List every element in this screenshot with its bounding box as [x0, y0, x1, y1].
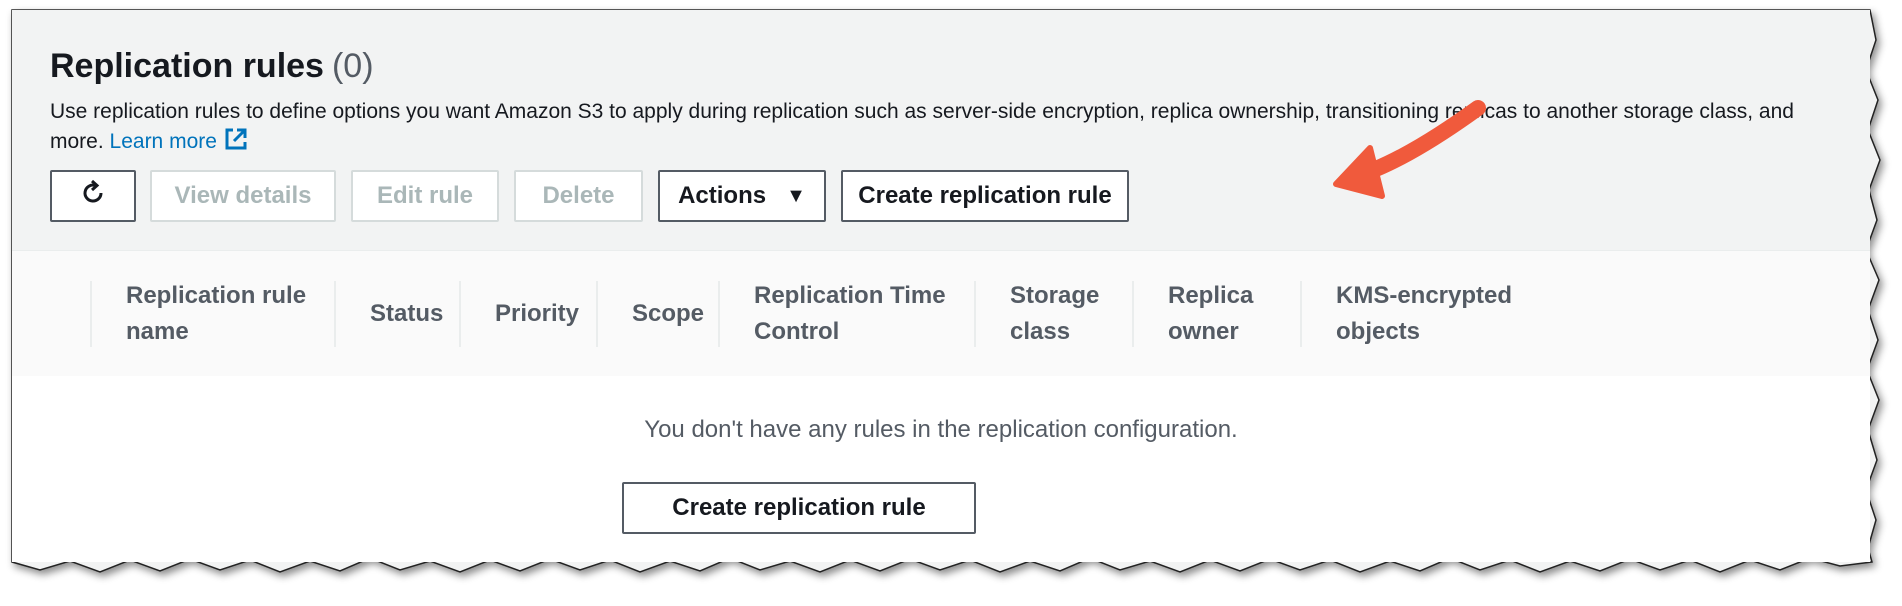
- column-header-storage-class[interactable]: Storage class: [974, 251, 1132, 376]
- create-replication-rule-button[interactable]: Create replication rule: [841, 170, 1129, 222]
- panel-header: Replication rules (0) Use replication rul…: [50, 46, 1850, 160]
- column-header-rule-name[interactable]: Replication rule name: [90, 251, 334, 376]
- column-header-priority[interactable]: Priority: [459, 251, 596, 376]
- column-label: Scope: [632, 299, 705, 327]
- empty-state-create-button[interactable]: Create replication rule: [622, 482, 976, 534]
- column-label-line2: Control: [754, 317, 840, 345]
- column-label-line1: Storage: [1010, 281, 1100, 309]
- column-label-line1: KMS-encrypted: [1336, 281, 1513, 309]
- description-text: Use replication rules to define options …: [50, 100, 1794, 153]
- panel-description: Use replication rules to define options …: [50, 98, 1830, 160]
- actions-dropdown-button[interactable]: Actions ▼: [658, 170, 826, 222]
- column-header-replica-owner[interactable]: Replica owner: [1132, 251, 1300, 376]
- learn-more-label: Learn more: [109, 130, 217, 153]
- replication-rules-panel: Replication rules (0) Use replication rul…: [12, 10, 1870, 562]
- column-label-line1: Replication Time: [754, 281, 946, 309]
- table-header: Replication rule name Status Priority Sco…: [12, 250, 1870, 377]
- column-label: Replica owner: [1168, 278, 1253, 350]
- column-label: Replication rule name: [126, 278, 306, 350]
- refresh-button[interactable]: [50, 170, 136, 222]
- column-header-kms-encrypted[interactable]: KMS-encrypted objects: [1300, 251, 1560, 376]
- page-title: Replication rules (0): [50, 46, 1850, 86]
- title-text: Replication rules: [50, 47, 324, 85]
- column-label-line2: name: [126, 317, 189, 345]
- column-label-line2: class: [1010, 317, 1071, 345]
- rule-count: (0): [331, 47, 374, 85]
- table-body: You don't have any rules in the replicat…: [12, 376, 1870, 562]
- external-link-icon: [223, 126, 249, 160]
- empty-state-message: You don't have any rules in the replicat…: [644, 416, 1238, 443]
- learn-more-link[interactable]: Learn more: [109, 128, 249, 153]
- column-label: Priority: [495, 299, 580, 327]
- column-label: KMS-encrypted objects: [1336, 278, 1512, 350]
- delete-button[interactable]: Delete: [514, 170, 643, 222]
- column-label: Storage class: [1010, 278, 1099, 350]
- caret-down-icon: ▼: [786, 184, 806, 207]
- view-details-button[interactable]: View details: [150, 170, 336, 222]
- refresh-icon: [79, 179, 107, 214]
- column-header-rtc[interactable]: Replication Time Control: [718, 251, 974, 376]
- column-label-line1: Replica: [1168, 281, 1254, 309]
- column-header-scope[interactable]: Scope: [596, 251, 718, 376]
- column-label-line2: objects: [1336, 317, 1421, 345]
- column-header-status[interactable]: Status: [334, 251, 459, 376]
- edit-rule-button[interactable]: Edit rule: [351, 170, 499, 222]
- column-label-line2: owner: [1168, 317, 1239, 345]
- column-label: Replication Time Control: [754, 278, 946, 350]
- actions-label: Actions: [678, 182, 767, 209]
- column-label-line1: Replication rule: [126, 281, 307, 309]
- column-label: Status: [370, 299, 444, 327]
